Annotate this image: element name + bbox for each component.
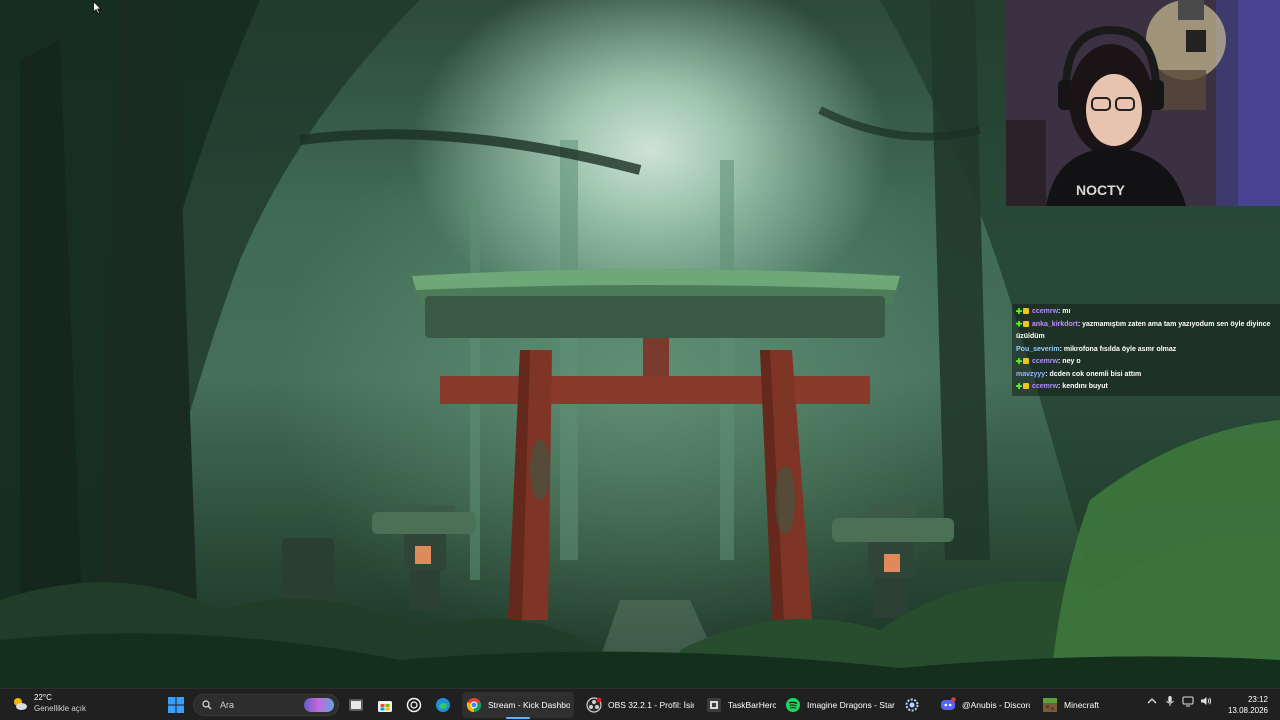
spotify-icon (786, 698, 800, 712)
subscriber-badge-icon (1023, 320, 1029, 327)
chrome-icon (466, 698, 482, 713)
minecraft-icon (1043, 698, 1057, 712)
chat-username: Pou_severim (1016, 345, 1060, 353)
microphone-icon[interactable] (1164, 695, 1176, 707)
webcam-overlay: NOCTY (1006, 0, 1280, 206)
search-highlight-icon (304, 698, 334, 712)
taskbar-app-discord[interactable]: @Anubis - Discord (936, 692, 1034, 718)
taskbarhero-icon (707, 698, 721, 712)
chat-message: ccemrw: mı (1016, 306, 1276, 319)
chat-message: anka_kirkdort: yazmamıştım zaten ama tam… (1016, 319, 1276, 344)
taskbar-search-box[interactable]: Ara (193, 694, 339, 716)
chat-text: : dcden cok onemli bisi attım (1045, 370, 1142, 378)
streamer-camera-image: NOCTY (1006, 0, 1280, 206)
kick-badge-icon (1016, 320, 1022, 327)
taskbar-app-label: Imagine Dragons - Start (807, 700, 895, 710)
taskbar-app-label: OBS 32.2.1 - Profil: İsimsiz (608, 700, 694, 710)
chat-message: ccemrw: ney o (1016, 356, 1276, 369)
kick-badge-icon (1016, 358, 1022, 365)
chat-username: ccemrw (1031, 358, 1059, 365)
clock-date: 13.08.2026 (1227, 706, 1268, 715)
active-indicator (506, 717, 530, 719)
obs-icon (586, 697, 602, 713)
mouse-cursor-icon (93, 1, 102, 14)
chat-text: : ney o (1058, 358, 1081, 365)
chat-message: mavzyyy: dcden cok onemli bisi attım (1016, 369, 1276, 382)
store-icon[interactable] (377, 697, 393, 713)
chat-text: : mı (1058, 308, 1071, 315)
clock-time: 23:12 (1247, 695, 1268, 704)
display-icon[interactable] (1182, 695, 1194, 707)
taskbar-app-label: TaskBarHero (728, 700, 776, 710)
chat-text: : mikrofona fısılda öyle asmr olmaz (1059, 345, 1177, 353)
stream-chat-overlay: ccemrw: mı anka_kirkdort: yazmamıştım za… (1012, 304, 1280, 396)
chat-username: ccemrw (1031, 383, 1059, 390)
taskbar-app-spotify[interactable]: Imagine Dragons - Start (781, 692, 899, 718)
subscriber-badge-icon (1023, 383, 1029, 390)
chat-username: mavzyyy (1016, 370, 1046, 378)
chat-message: Pou_severim: mikrofona fısılda öyle asmr… (1016, 344, 1276, 357)
system-tray (1146, 695, 1218, 707)
search-placeholder: Ara (220, 700, 235, 710)
taskbar-app-label: Stream - Kick Dashboard (488, 700, 570, 710)
svg-text:NOCTY: NOCTY (1076, 182, 1126, 198)
weather-widget[interactable]: 22°C Genellikle açık (12, 693, 86, 714)
chat-username: ccemrw (1031, 308, 1059, 315)
taskbar-app-obs[interactable]: OBS 32.2.1 - Profil: İsimsiz (582, 692, 698, 718)
taskbar-app-label: @Anubis - Discord (962, 700, 1030, 710)
settings-gear-icon[interactable] (904, 697, 920, 713)
subscriber-badge-icon (1023, 308, 1029, 315)
chatgpt-icon[interactable] (406, 697, 422, 713)
chat-username: anka_kirkdort (1031, 320, 1078, 328)
partly-sunny-icon (14, 697, 27, 710)
chevron-up-icon[interactable] (1146, 695, 1158, 707)
taskbar-clock[interactable]: 23:12 13.08.2026 (1228, 694, 1268, 716)
taskbar: 22°C Genellikle açık Ara Stream - Kick D… (0, 688, 1280, 720)
kick-badge-icon (1016, 308, 1022, 315)
taskbar-app-label: Minecraft (1064, 700, 1099, 710)
kick-badge-icon (1016, 383, 1022, 390)
chat-message: ccemrw: kendını buyut (1016, 381, 1276, 394)
search-icon (202, 700, 212, 710)
taskbar-app-chrome[interactable]: Stream - Kick Dashboard (462, 692, 574, 719)
edge-icon[interactable] (435, 697, 451, 713)
discord-icon (941, 697, 956, 710)
weather-condition: Genellikle açık (34, 704, 87, 713)
taskbar-app-minecraft[interactable]: Minecraft (1038, 692, 1104, 718)
windows-start-icon[interactable] (168, 697, 184, 713)
chat-text: : kendını buyut (1058, 383, 1108, 390)
taskbar-app-taskbarhero[interactable]: TaskBarHero (702, 692, 780, 718)
volume-icon[interactable] (1200, 695, 1212, 707)
file-explorer-icon[interactable] (348, 697, 364, 713)
subscriber-badge-icon (1023, 358, 1029, 365)
weather-temperature: 22°C (34, 693, 52, 702)
